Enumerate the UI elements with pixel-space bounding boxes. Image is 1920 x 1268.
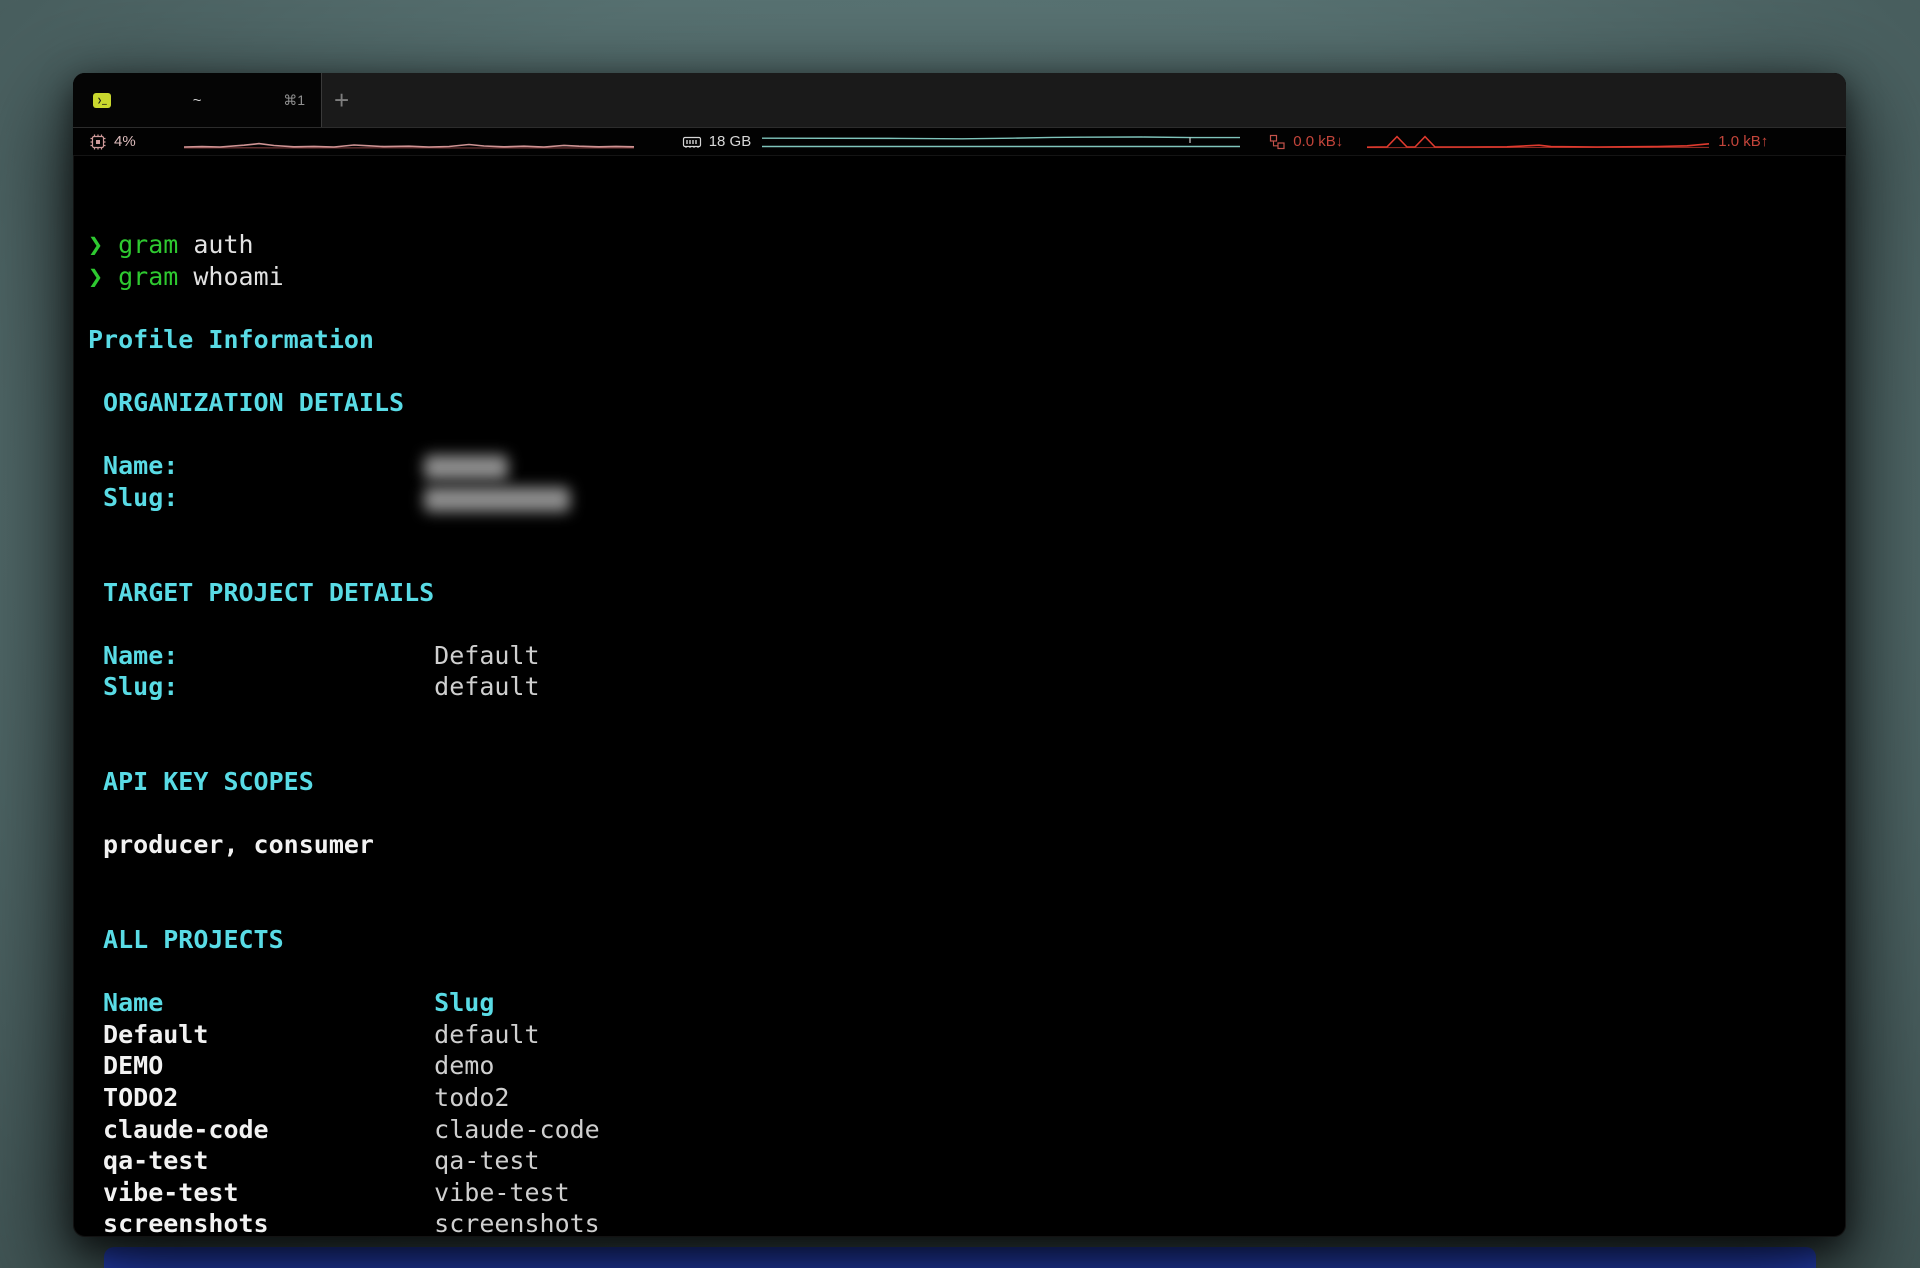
project-slug-label: Slug: [103,671,434,703]
project-name-row: Name:Default [88,640,1840,672]
table-row: Defaultdefault [88,1019,1840,1051]
project-slug-cell: vibe-test [434,1178,569,1207]
memory-icon [682,134,702,150]
terminal-window: ❯_ ~ ⌘1 + 4% [73,73,1846,1237]
column-header-slug: Slug [434,988,494,1017]
command-arg: auth [193,230,253,259]
redacted-org-name [424,455,508,480]
org-slug-row: Slug: [88,482,1840,514]
org-slug-label: Slug: [103,482,434,514]
new-tab-button[interactable]: + [334,87,349,113]
prompt-chevron-icon: ❯ [88,230,103,259]
network-icon [1268,134,1286,150]
status-bar: 4% 18 GB [73,128,1846,156]
api-key-scopes-value: producer, consumer [103,830,374,859]
network-sparkline [1367,134,1709,150]
memory-graph [762,135,1240,149]
project-name-cell: claude-code [103,1114,434,1146]
org-name-row: Name: [88,450,1840,482]
page-title: Profile Information [88,325,374,354]
project-slug-value: default [434,672,539,701]
column-header-name: Name [103,987,434,1019]
tab-strip-empty: + [321,73,1846,127]
table-row: qa-testqa-test [88,1145,1840,1177]
project-name-cell: screenshots [103,1208,434,1237]
project-slug-cell: screenshots [434,1209,600,1237]
tab-bar: ❯_ ~ ⌘1 + [73,73,1846,128]
command-arg: whoami [193,262,283,291]
tab-title: ~ [193,92,202,109]
tab-home[interactable]: ❯_ ~ ⌘1 [73,73,321,127]
command-line: ❯ gram whoami [88,261,1840,293]
all-projects-heading: ALL PROJECTS [103,925,284,954]
project-name-cell: Default [103,1019,434,1051]
project-slug-cell: claude-code [434,1115,600,1144]
command-text: gram [118,230,178,259]
redacted-org-slug [424,487,570,512]
org-name-label: Name: [103,450,434,482]
table-row: claude-codeclaude-code [88,1114,1840,1146]
table-row: TODO2todo2 [88,1082,1840,1114]
project-name-cell: TODO2 [103,1082,434,1114]
project-slug-cell: demo [434,1051,494,1080]
table-row: vibe-testvibe-test [88,1177,1840,1209]
project-name-value: Default [434,641,539,670]
cpu-usage-value: 4% [114,133,136,150]
project-slug-cell: todo2 [434,1083,509,1112]
target-project-heading: TARGET PROJECT DETAILS [103,578,434,607]
command-line: ❯ gram auth [88,229,1840,261]
tab-shortcut-badge: ⌘1 [283,92,305,109]
network-download-value: 0.0 kB↓ [1293,133,1343,150]
network-upload-value: 1.0 kB↑ [1718,133,1768,150]
terminal-app-icon: ❯_ [93,93,111,108]
project-slug-row: Slug:default [88,671,1840,703]
table-row: DEMOdemo [88,1050,1840,1082]
project-slug-cell: default [434,1020,539,1049]
project-name-cell: DEMO [103,1050,434,1082]
cpu-sparkline [184,134,634,150]
background-window-edge [104,1247,1816,1268]
table-header-row: NameSlug [88,987,1840,1019]
project-name-cell: vibe-test [103,1177,434,1209]
table-row: screenshotsscreenshots [88,1208,1840,1237]
cpu-icon [89,133,107,151]
terminal-output[interactable]: ❯ gram auth ❯ gram whoami Profile Informatio… [88,229,1840,1231]
memory-usage-value: 18 GB [709,133,752,150]
project-slug-cell: qa-test [434,1146,539,1175]
org-details-heading: ORGANIZATION DETAILS [103,388,404,417]
api-key-scopes-heading: API KEY SCOPES [103,767,314,796]
command-text: gram [118,262,178,291]
project-name-cell: qa-test [103,1145,434,1177]
project-name-label: Name: [103,640,434,672]
prompt-chevron-icon: ❯ [88,262,103,291]
